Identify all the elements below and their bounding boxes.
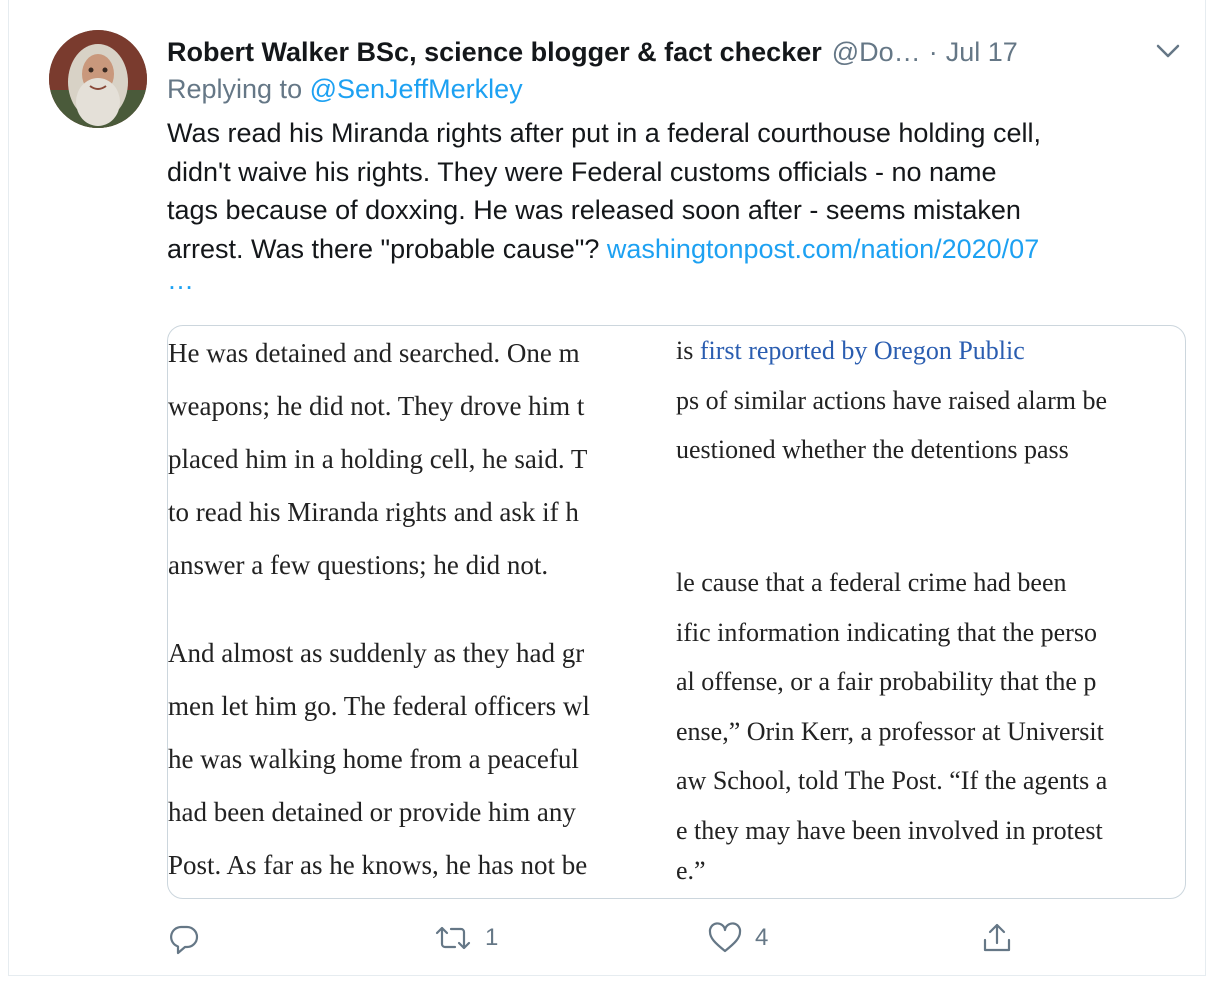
tweet-text: Was read his Miranda rights after put in… (167, 114, 1187, 294)
article-line: placed him in a holding cell, he said. T (168, 444, 588, 474)
article-line: al offense, or a fair probability that t… (676, 667, 1097, 696)
tweet-date[interactable]: Jul 17 (946, 37, 1018, 68)
article-link[interactable]: washingtonpost.com/nation/2020/07 (607, 234, 1039, 264)
article-line: ps of similar actions have raised alarm … (676, 386, 1108, 415)
replying-prefix: Replying to (167, 74, 303, 104)
replying-to: Replying to @SenJeffMerkley (167, 74, 523, 105)
tweet-text-line: tags because of doxxing. He was released… (167, 195, 1021, 225)
article-line-prefix: is (676, 336, 700, 365)
tweet-text-line: didn't waive his rights. They were Feder… (167, 156, 997, 187)
tweet-text-line: Was read his Miranda rights after put in… (167, 118, 1041, 148)
like-count: 4 (755, 924, 769, 951)
share-button[interactable] (979, 914, 1015, 962)
article-line: uestioned whether the detentions pass (676, 435, 1069, 464)
article-line: e they may have been involved in protest (676, 816, 1103, 845)
article-line: had been detained or provide him any (168, 797, 576, 827)
tweet-text-line-content: arrest. Was there "probable cause"? (167, 233, 600, 264)
article-line: le cause that a federal crime had been (676, 568, 1067, 597)
avatar[interactable] (49, 30, 147, 128)
article-line: he was walking home from a peaceful (168, 744, 579, 774)
article-line: ific information indicating that the per… (676, 618, 1097, 647)
tweet[interactable]: Robert Walker BSc, science blogger & fac… (8, 0, 1206, 976)
like-button[interactable]: 4 (707, 914, 768, 962)
chevron-down-icon[interactable] (1151, 36, 1185, 66)
retweet-icon (435, 926, 471, 950)
separator-dot: · (928, 36, 938, 67)
replying-to-handle[interactable]: @SenJeffMerkley (310, 74, 523, 104)
article-inline-link: first reported by Oregon Public (699, 336, 1025, 365)
article-line: aw School, told The Post. “If the agents… (676, 766, 1108, 795)
reply-button[interactable] (167, 914, 213, 962)
article-left-column: He was detained and searched. One m weap… (168, 326, 676, 898)
author-name[interactable]: Robert Walker BSc, science blogger & fac… (167, 37, 822, 68)
avatar-image (49, 30, 147, 128)
article-line: to read his Miranda rights and ask if h (168, 497, 579, 527)
reply-icon (170, 925, 199, 955)
article-line: He was detained and searched. One m (168, 338, 580, 368)
article-line: e.” (676, 856, 706, 885)
article-line: weapons; he did not. They drove him t (168, 391, 585, 421)
retweet-button[interactable]: 1 (433, 914, 498, 962)
article-line: And almost as suddenly as they had gr (168, 638, 585, 668)
tweet-actions: 1 4 (167, 914, 1187, 962)
retweet-count: 1 (485, 924, 499, 951)
article-line: Post. As far as he knows, he has not be (168, 850, 588, 880)
share-icon (983, 923, 1011, 952)
tweet-header: Robert Walker BSc, science blogger & fac… (167, 30, 1167, 74)
article-line: ense,” Orin Kerr, a professor at Univers… (676, 717, 1104, 746)
article-line: men let him go. The federal officers wl (168, 691, 590, 721)
tweet-text-line: arrest. Was there "probable cause"? wash… (167, 230, 1187, 269)
article-line: is first reported by Oregon Public (676, 336, 1025, 366)
article-line: answer a few questions; he did not. (168, 550, 549, 580)
article-right-column: is first reported by Oregon Public ps of… (676, 326, 1185, 898)
link-ellipsis[interactable]: … (167, 267, 1187, 294)
heart-icon (708, 922, 742, 953)
attached-image[interactable]: He was detained and searched. One m weap… (167, 325, 1186, 899)
author-handle[interactable]: @Do… (832, 37, 921, 68)
